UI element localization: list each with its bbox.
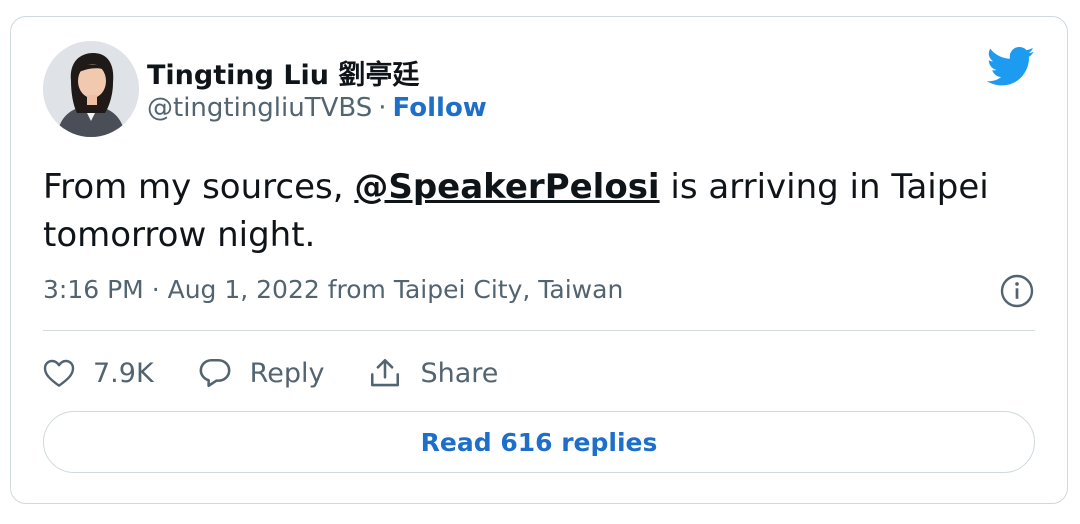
like-button[interactable]: 7.9K — [43, 358, 154, 389]
handle-row: @tingtingliuTVBS · Follow — [147, 93, 487, 123]
reply-button[interactable]: Reply — [198, 357, 325, 389]
reply-label: Reply — [249, 357, 325, 389]
action-bar: 7.9K Reply Share — [43, 351, 542, 395]
follow-button[interactable]: Follow — [393, 93, 487, 123]
avatar[interactable] — [43, 41, 139, 137]
like-count: 7.9K — [93, 357, 154, 389]
tweet-time: 3:16 PM — [43, 275, 144, 304]
tweet-timestamp[interactable]: 3:16 PM · Aug 1, 2022 from Taipei City, … — [43, 275, 623, 304]
author-handle[interactable]: @tingtingliuTVBS — [147, 93, 372, 123]
share-button[interactable]: Share — [368, 357, 498, 389]
tweet-card[interactable]: Tingting Liu 劉亭廷 @tingtingliuTVBS · Follow… — [10, 16, 1068, 504]
tweet-text-before: From my sources, — [43, 167, 355, 207]
tweet-text: From my sources, @SpeakerPelosi is arriv… — [43, 163, 1033, 259]
share-upload-icon — [371, 358, 400, 387]
heart-icon — [43, 359, 75, 387]
author-name[interactable]: Tingting Liu 劉亭廷 — [147, 53, 419, 92]
share-label: Share — [420, 357, 499, 389]
avatar-photo — [43, 41, 139, 137]
meta-separator: · — [151, 275, 160, 304]
info-icon[interactable] — [999, 273, 1035, 309]
handle-separator: · — [378, 93, 387, 123]
divider — [43, 330, 1035, 331]
twitter-bird-icon[interactable] — [987, 47, 1035, 87]
mention-link[interactable]: @SpeakerPelosi — [354, 167, 659, 207]
speech-bubble-icon — [199, 358, 231, 388]
read-replies-button[interactable]: Read 616 replies — [43, 411, 1035, 473]
tweet-date-location: Aug 1, 2022 from Taipei City, Taiwan — [167, 275, 624, 304]
